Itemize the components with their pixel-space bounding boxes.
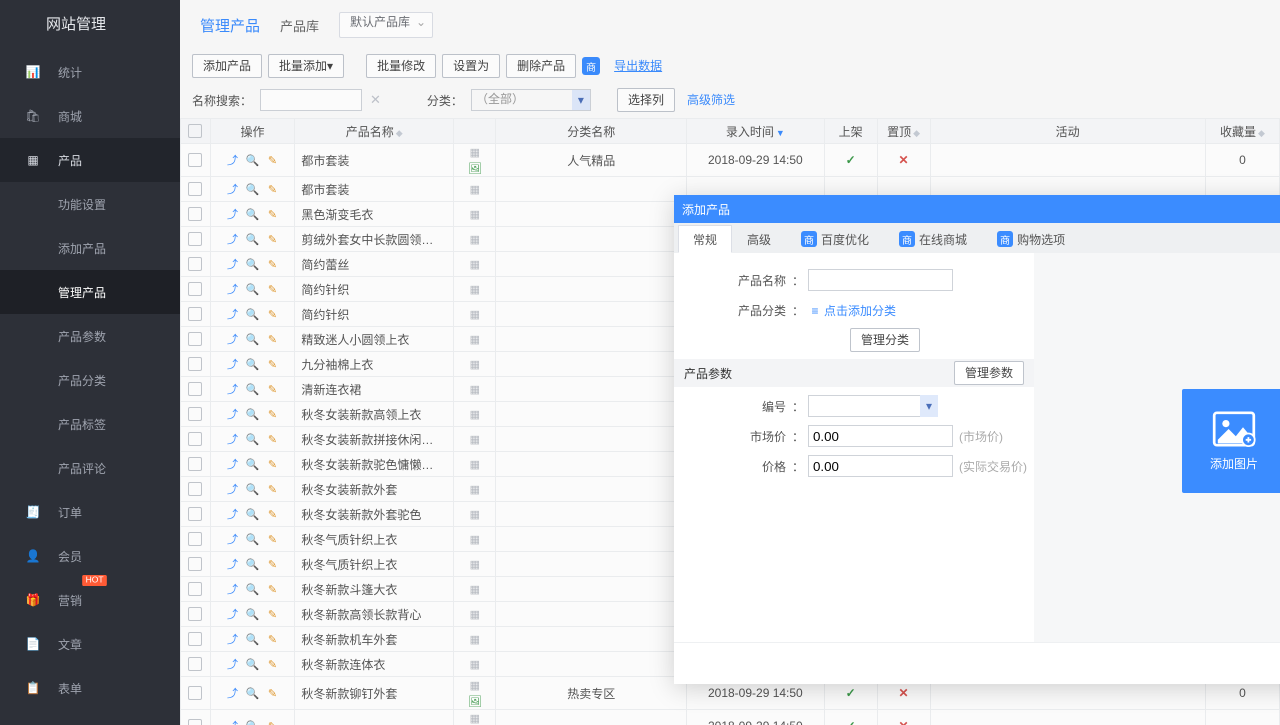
- nav-icon: 🧾: [22, 501, 44, 523]
- price-label: 价格: [674, 458, 792, 475]
- shopping-icon: 商: [997, 231, 1013, 247]
- sidebar-item-10[interactable]: 🧾订单: [0, 490, 180, 534]
- form-area: 产品名称： 产品分类： ≡点击添加分类 管理分类 产品参数 管理参数: [674, 253, 1034, 642]
- manage-param-button[interactable]: 管理参数: [954, 361, 1024, 385]
- nav-icon: 🎁: [22, 589, 44, 611]
- nav-icon: 🛍: [22, 105, 44, 127]
- baidu-icon: 商: [801, 231, 817, 247]
- sidebar-item-0[interactable]: 📊统计: [0, 50, 180, 94]
- product-code-input[interactable]: [808, 395, 938, 417]
- sidebar-item-5[interactable]: 管理产品: [0, 270, 180, 314]
- name-label: 产品名称: [674, 272, 792, 289]
- sidebar-item-13[interactable]: 📄文章: [0, 622, 180, 666]
- cat-label: 产品分类: [674, 302, 792, 319]
- tab-baidu[interactable]: 商百度优化: [786, 225, 884, 253]
- sidebar-item-1[interactable]: 🛍商城: [0, 94, 180, 138]
- sidebar: 网站管理 📊统计🛍商城▦产品功能设置添加产品管理产品产品参数产品分类产品标签产品…: [0, 0, 180, 725]
- sidebar-title: 网站管理: [0, 0, 180, 50]
- manage-category-button[interactable]: 管理分类: [850, 328, 920, 352]
- add-category-link[interactable]: ≡点击添加分类: [808, 302, 896, 319]
- tab-shopping[interactable]: 商购物选项: [982, 225, 1080, 253]
- tab-advanced[interactable]: 高级: [732, 225, 786, 253]
- add-image-button[interactable]: 添加图片: [1182, 389, 1280, 493]
- product-name-input[interactable]: [808, 269, 953, 291]
- code-label: 编号: [674, 398, 792, 415]
- modal-title: 添加产品: [682, 201, 730, 218]
- sidebar-item-9[interactable]: 产品评论: [0, 446, 180, 490]
- nav-icon: 📊: [22, 61, 44, 83]
- tab-mall[interactable]: 商在线商城: [884, 225, 982, 253]
- sidebar-item-3[interactable]: 功能设置: [0, 182, 180, 226]
- price-input[interactable]: [808, 455, 953, 477]
- sidebar-item-2[interactable]: ▦产品: [0, 138, 180, 182]
- tab-general[interactable]: 常规: [678, 225, 732, 253]
- list-icon: ≡: [808, 304, 822, 318]
- price-hint: (实际交易价): [959, 458, 1027, 475]
- market-price-input[interactable]: [808, 425, 953, 447]
- image-icon: [1212, 411, 1256, 447]
- sidebar-item-4[interactable]: 添加产品: [0, 226, 180, 270]
- sidebar-item-14[interactable]: 📋表单: [0, 666, 180, 710]
- sidebar-item-7[interactable]: 产品分类: [0, 358, 180, 402]
- main: 管理产品 产品库 默认产品库 添加产品 批量添加 ▾ 批量修改 设置为 删除产品…: [180, 0, 1280, 725]
- market-price-hint: (市场价): [959, 428, 1003, 445]
- image-area: 添加图片: [1034, 253, 1280, 642]
- modal-tabs: 常规 高级 商百度优化 商在线商城 商购物选项: [674, 223, 1280, 253]
- add-product-modal: 添加产品 ✕ 常规 高级 商百度优化 商在线商城 商购物选项 产品名称： 产品分…: [674, 195, 1280, 684]
- nav-icon: 📄: [22, 633, 44, 655]
- nav-icon: 📋: [22, 677, 44, 699]
- sidebar-item-12[interactable]: 🎁营销: [0, 578, 180, 622]
- modal-footer: 保存 取消: [674, 642, 1280, 684]
- market-price-label: 市场价: [674, 428, 792, 445]
- chevron-down-icon[interactable]: ▾: [920, 395, 938, 417]
- sidebar-item-11[interactable]: 👤会员: [0, 534, 180, 578]
- nav-icon: ▦: [22, 149, 44, 171]
- param-section-header: 产品参数 管理参数: [674, 359, 1034, 387]
- sidebar-item-6[interactable]: 产品参数: [0, 314, 180, 358]
- modal-header: 添加产品 ✕: [674, 195, 1280, 223]
- sidebar-item-8[interactable]: 产品标签: [0, 402, 180, 446]
- mall-icon: 商: [899, 231, 915, 247]
- nav-icon: 👤: [22, 545, 44, 567]
